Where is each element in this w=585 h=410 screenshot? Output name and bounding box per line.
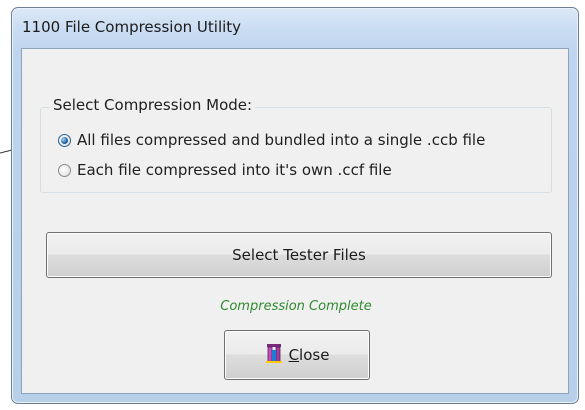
radio-option-label: Each file compressed into it's own .ccf … [77, 161, 392, 179]
select-tester-files-label: Select Tester Files [232, 246, 366, 264]
status-message: Compression Complete [220, 299, 372, 314]
compression-mode-groupbox [40, 107, 552, 193]
compression-mode-label: Select Compression Mode: [50, 96, 256, 114]
window-title: 1100 File Compression Utility [22, 18, 242, 36]
close-button-label: Close [288, 346, 330, 364]
close-button[interactable]: Close [224, 330, 370, 380]
radio-button-checked-icon[interactable] [58, 133, 71, 147]
radio-button-unchecked-icon[interactable] [58, 163, 71, 177]
radio-option-individual-ccf[interactable]: Each file compressed into it's own .ccf … [58, 161, 392, 179]
select-tester-files-button[interactable]: Select Tester Files [46, 232, 552, 278]
radio-option-label: All files compressed and bundled into a … [77, 131, 486, 149]
client-area: Select Compression Mode: All files compr… [21, 48, 569, 394]
door-exit-icon [265, 343, 283, 367]
radio-option-single-ccb[interactable]: All files compressed and bundled into a … [58, 131, 485, 149]
app-window: 1100 File Compression Utility Select Com… [11, 7, 579, 404]
